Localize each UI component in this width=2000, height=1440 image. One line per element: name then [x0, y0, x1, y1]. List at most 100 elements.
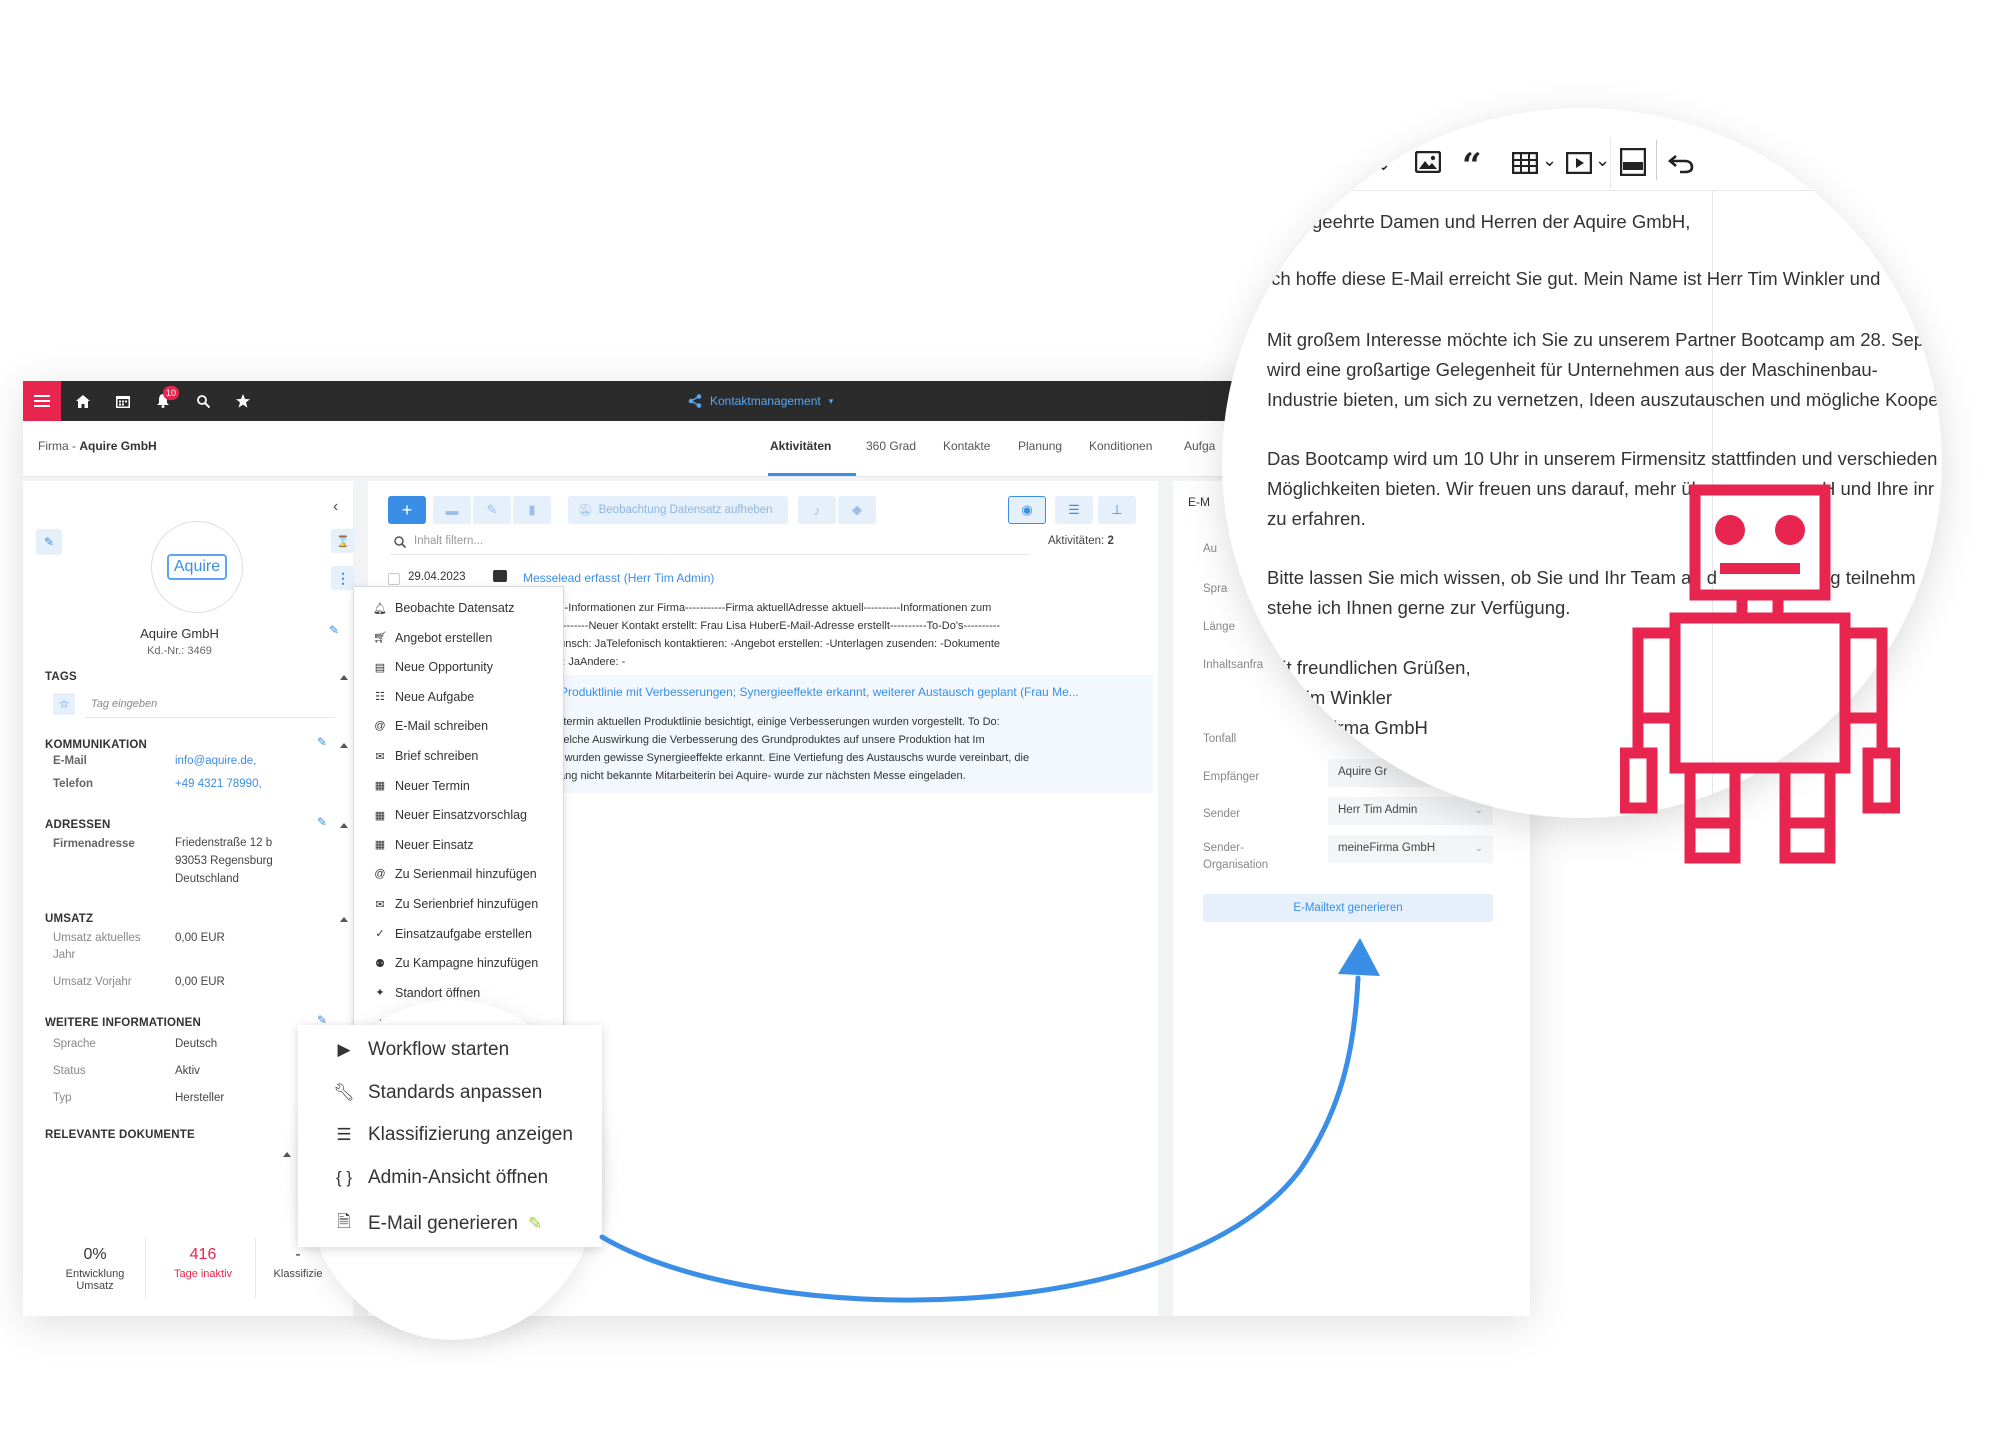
font-size-dropdown[interactable]: z ⌄ — [1362, 154, 1391, 175]
tab-konditionen[interactable]: Konditionen — [1089, 439, 1152, 453]
star-outline-icon[interactable]: ☆ — [53, 693, 75, 715]
notifications-button[interactable]: 10 — [143, 381, 183, 421]
umsatz-current-label-2: Jahr — [53, 949, 76, 961]
chevron-down-icon[interactable]: ⌄ — [1542, 150, 1557, 171]
calendar-button[interactable] — [103, 381, 143, 421]
menu-item[interactable]: ✉ Brief schreiben — [372, 747, 478, 765]
context-menu-label: Admin-Ansicht öffnen — [368, 1166, 549, 1188]
menu-item[interactable]: 🔔︎ Beobachte Datensatz — [372, 599, 515, 617]
collapse-caret-icon[interactable] — [340, 823, 348, 828]
menu-item[interactable]: ▦ Neuer Einsatzvorschlag — [372, 806, 527, 824]
file-gear-icon: 🗎︎ — [337, 1212, 351, 1231]
divider — [255, 1238, 256, 1298]
kpi-tage-inaktiv: 416 Tage inaktiv — [158, 1246, 248, 1280]
email-line: zu erfahren. — [1267, 508, 1366, 529]
chevron-down-icon: z ⌄ — [1362, 154, 1392, 174]
email-line: Das Bootcamp wird um 10 Uhr in unserem F… — [1267, 448, 1938, 469]
menu-item[interactable]: ⚉ Zu Kampagne hinzufügen — [372, 954, 538, 972]
edit-button[interactable]: ✎ — [473, 496, 511, 524]
menu-item[interactable]: ✓ Einsatzaufgabe erstellen — [372, 925, 532, 943]
customer-number: Kd.-Nr.: 3469 — [147, 645, 212, 657]
activity-line: -----------Informationen zur Firma------… — [528, 602, 992, 614]
tag-input[interactable]: Tag eingeben — [91, 698, 157, 710]
email-line: Mit freundlichen Grüßen, — [1267, 657, 1471, 678]
tab-360-grad[interactable]: 360 Grad — [866, 439, 916, 453]
edit-pencil-icon[interactable]: ✎ — [36, 529, 62, 555]
home-button[interactable] — [63, 381, 103, 421]
activity-title[interactable]: uch: Produktlinie mit Verbesserungen; Sy… — [534, 685, 1079, 699]
favorites-button[interactable] — [223, 381, 263, 421]
context-menu-item[interactable]: { } Admin-Ansicht öffnen — [332, 1167, 548, 1189]
collapse-caret-icon[interactable] — [340, 675, 348, 680]
menu-item[interactable]: ▦ Neuer Termin — [372, 777, 470, 795]
alarm-button[interactable]: ♪ — [798, 496, 836, 524]
html-source-icon[interactable] — [1620, 148, 1646, 176]
tag-button[interactable]: ◆ — [838, 496, 876, 524]
context-menu-item[interactable]: ☰ Klassifizierung anzeigen — [332, 1124, 573, 1146]
collapse-caret-icon[interactable] — [283, 1152, 291, 1157]
menu-item-label: Neue Opportunity — [395, 660, 493, 675]
sender-org-select[interactable]: meineFirma GmbH ⌄ — [1328, 835, 1493, 863]
umsatz-current-label: Umsatz aktuelles — [53, 932, 141, 944]
context-menu-item[interactable]: 🗎︎ E-Mail generieren ✎ — [332, 1209, 542, 1238]
filter-settings-button[interactable]: ☰ — [1055, 496, 1093, 524]
filter-input[interactable]: Inhalt filtern... — [390, 531, 1030, 555]
email-link[interactable]: info@aquire.de, — [175, 755, 256, 767]
image-icon[interactable] — [1415, 151, 1441, 173]
chevron-down-icon: ▾ — [828, 395, 834, 406]
table-icon[interactable] — [1512, 152, 1538, 174]
tab-kontakte[interactable]: Kontakte — [943, 439, 990, 453]
menu-item[interactable]: 🛒︎ Angebot erstellen — [372, 629, 492, 647]
menu-item[interactable]: @ Zu Serienmail hinzufügen — [372, 865, 536, 883]
context-menu-item[interactable]: 🔧︎ Standards anpassen — [332, 1082, 542, 1104]
menu-item[interactable]: ✦ Standort öffnen — [372, 984, 480, 1002]
quote-icon[interactable]: “ — [1462, 146, 1482, 186]
star-icon — [236, 394, 250, 408]
context-menu-item[interactable]: ▶ Workflow starten — [332, 1039, 509, 1061]
video-icon[interactable] — [1566, 152, 1592, 174]
breadcrumb-prefix[interactable]: Firma — [38, 439, 69, 453]
undo-icon[interactable] — [1668, 152, 1694, 174]
unwatch-button[interactable]: 🔕︎ Beobachtung Datensatz aufheben — [568, 496, 788, 524]
field-label: Tonfall — [1203, 733, 1237, 745]
activity-checkbox[interactable] — [388, 573, 400, 585]
view-toggle-button[interactable]: ◉ — [1008, 496, 1046, 524]
envelope-icon: ✉ — [375, 750, 385, 763]
kpi-entwicklung: 0% Entwicklung Umsatz — [45, 1246, 145, 1292]
menu-item[interactable]: @ E-Mail schreiben — [372, 717, 488, 735]
menu-item[interactable]: ☷ Neue Aufgabe — [372, 688, 474, 706]
edit-pencil-icon[interactable]: ✎ — [317, 735, 327, 749]
collapse-chevron-icon[interactable]: ‹ — [333, 498, 338, 516]
activity-line: ntakt----------Neuer Kontakt erstellt: F… — [528, 620, 1001, 632]
menu-item[interactable]: ✉ Zu Serienbrief hinzufügen — [372, 895, 538, 913]
chevron-down-icon[interactable]: ⌄ — [1595, 150, 1610, 171]
menu-item[interactable]: ▤ Neue Opportunity — [372, 658, 493, 676]
collapse-caret-icon[interactable] — [340, 917, 348, 922]
sender-select[interactable]: Herr Tim Admin ⌄ — [1328, 797, 1493, 825]
activity-title[interactable]: Messelead erfasst (Herr Tim Admin) — [523, 571, 714, 585]
tab-planung[interactable]: Planung — [1018, 439, 1062, 453]
more-vertical-icon[interactable]: ⋮ — [331, 566, 355, 590]
bell-icon: ♪ — [813, 502, 821, 518]
search-button[interactable] — [183, 381, 223, 421]
menu-item-label: Standort öffnen — [395, 985, 481, 1000]
app-switcher[interactable]: Kontaktmanagement ▾ — [688, 381, 833, 421]
edit-pencil-icon[interactable]: ✎ — [317, 815, 327, 829]
add-button[interactable]: + — [388, 496, 426, 524]
generate-email-button[interactable]: E-Mailtext generieren — [1203, 894, 1493, 922]
panel-header: E-M — [1188, 495, 1210, 509]
folder-button[interactable]: ▬ — [433, 496, 471, 524]
list-icon: ☰ — [336, 1125, 352, 1144]
delete-button[interactable]: ▮ — [513, 496, 551, 524]
braces-icon: { } — [335, 1167, 353, 1187]
hamburger-menu-button[interactable] — [23, 381, 61, 421]
tab-aktivitaeten[interactable]: Aktivitäten — [770, 439, 831, 453]
edit-pencil-icon[interactable]: ✎ — [329, 623, 339, 637]
at-icon: @ — [374, 868, 386, 881]
sort-button[interactable]: ⊥ — [1098, 496, 1136, 524]
hourglass-icon[interactable]: ⌛ — [331, 529, 355, 553]
menu-item[interactable]: ▦ Neuer Einsatz — [372, 836, 474, 854]
tab-aufgaben[interactable]: Aufga — [1184, 439, 1215, 453]
collapse-caret-icon[interactable] — [340, 743, 348, 748]
phone-link[interactable]: +49 4321 78990, — [175, 778, 262, 790]
